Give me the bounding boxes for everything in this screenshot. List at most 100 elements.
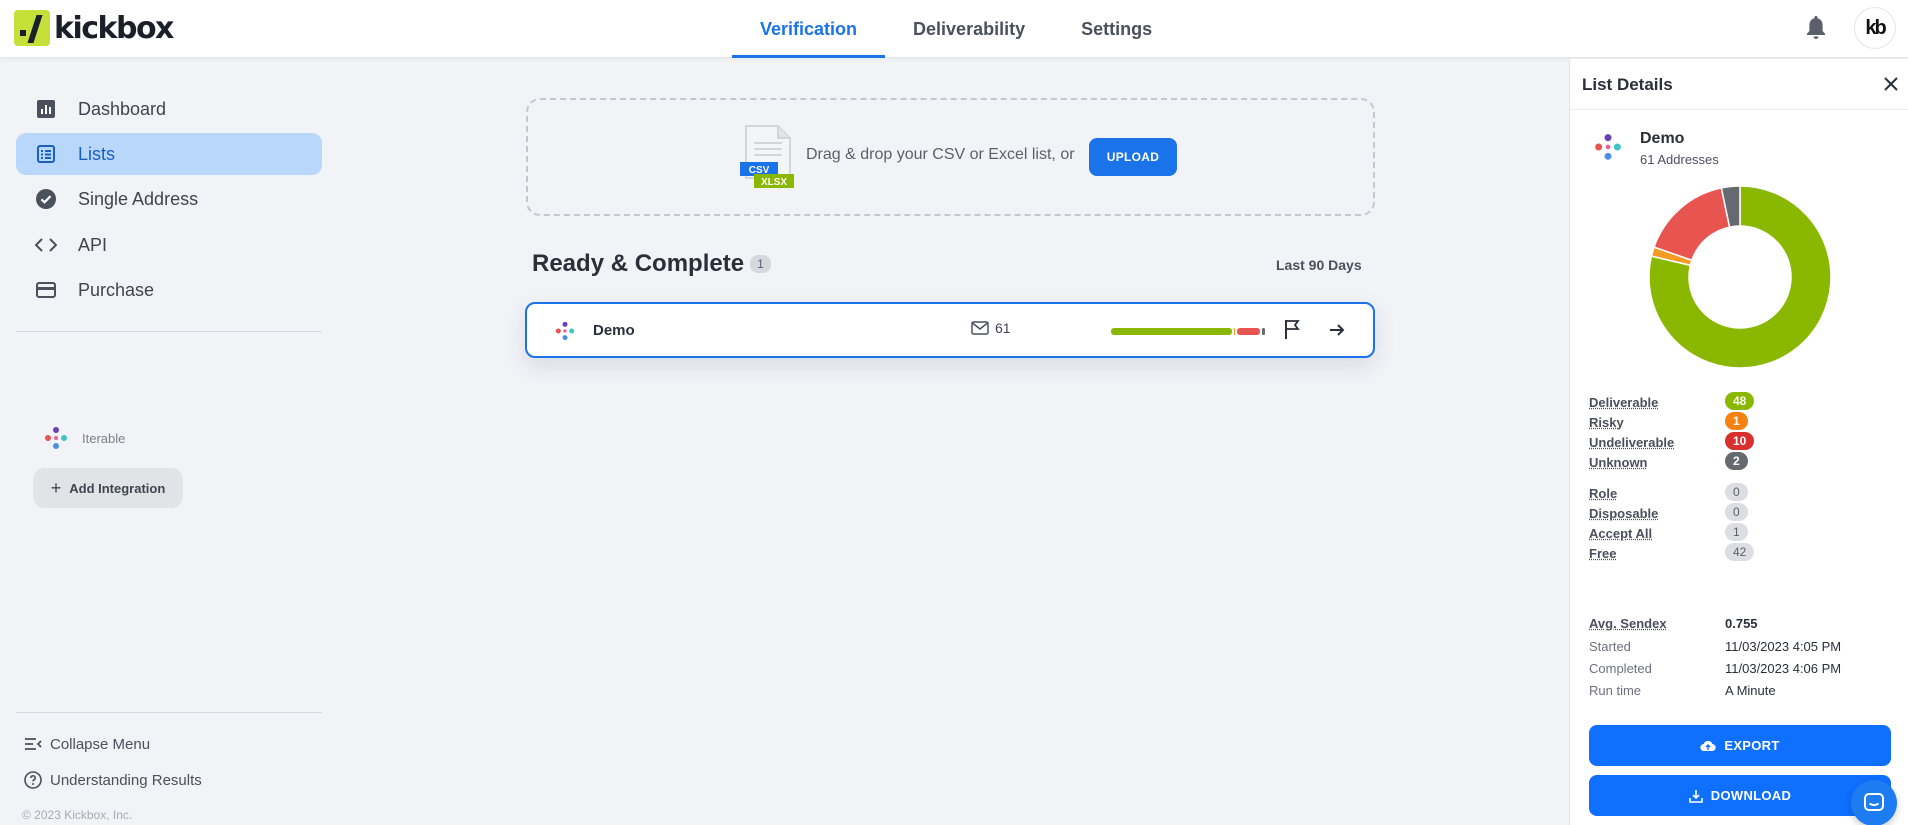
panel-divider — [1570, 109, 1908, 110]
stat-label[interactable]: Undeliverable — [1589, 435, 1674, 450]
list-row-demo[interactable]: Demo 61 — [525, 302, 1375, 358]
code-icon — [34, 233, 58, 257]
sidebar-item-label: Dashboard — [78, 99, 166, 120]
list-details-panel: List Details Demo 61 Addresses Deliverab… — [1569, 59, 1908, 825]
info-started: Started 11/03/2023 4:05 PM — [1589, 639, 1889, 657]
attr-label[interactable]: Disposable — [1589, 506, 1658, 521]
stat-label[interactable]: Risky — [1589, 415, 1624, 430]
sidebar-divider — [16, 331, 322, 332]
xlsx-badge: XLSX — [761, 177, 787, 188]
sidebar-item-api[interactable]: API — [16, 224, 322, 266]
stat-undeliverable: Undeliverable 10 — [1589, 432, 1889, 452]
understanding-results-link[interactable]: Understanding Results — [24, 771, 202, 789]
list-name: Demo — [593, 322, 635, 339]
info-run-time: Run time A Minute — [1589, 683, 1889, 701]
sidebar-item-label: Purchase — [78, 280, 154, 301]
info-value: 11/03/2023 4:05 PM — [1725, 639, 1841, 654]
sidebar-item-single-address[interactable]: Single Address — [16, 178, 322, 220]
sidebar-item-lists[interactable]: Lists — [16, 133, 322, 175]
attr-badge: 1 — [1725, 523, 1748, 541]
add-integration-label: Add Integration — [69, 481, 165, 496]
info-label: Completed — [1589, 661, 1652, 676]
export-button[interactable]: EXPORT — [1589, 725, 1891, 766]
sidebar-item-purchase[interactable]: Purchase — [16, 269, 322, 311]
attr-badge: 0 — [1725, 503, 1748, 521]
arrow-right-icon[interactable] — [1327, 320, 1347, 340]
sidebar-divider — [16, 712, 322, 713]
detail-address-count: 61 Addresses — [1640, 152, 1719, 167]
stat-deliverable: Deliverable 48 — [1589, 392, 1889, 412]
stat-badge: 1 — [1725, 412, 1748, 430]
integration-iterable[interactable]: Iterable — [44, 426, 125, 450]
bell-icon[interactable] — [1804, 14, 1828, 42]
donut-slice-undeliverable[interactable] — [1654, 188, 1730, 260]
attr-label[interactable]: Role — [1589, 486, 1617, 501]
close-icon[interactable] — [1881, 74, 1901, 94]
kickbox-logo[interactable]: kickbox — [14, 8, 173, 48]
chat-launcher[interactable] — [1851, 780, 1897, 825]
iterable-logo-icon — [1594, 133, 1622, 161]
collapse-menu-button[interactable]: Collapse Menu — [24, 735, 150, 753]
panel-title: List Details — [1582, 75, 1673, 95]
sidebar-item-label: Lists — [78, 144, 115, 165]
attr-accept-all: Accept All 1 — [1589, 523, 1889, 543]
download-button[interactable]: DOWNLOAD — [1589, 775, 1891, 816]
bar-segment-unknown — [1262, 328, 1265, 335]
understanding-results-label: Understanding Results — [50, 772, 202, 789]
stat-label[interactable]: Deliverable — [1589, 395, 1658, 410]
cloud-upload-icon — [1700, 739, 1716, 753]
stat-label[interactable]: Unknown — [1589, 455, 1648, 470]
bar-chart-icon — [34, 97, 58, 121]
tab-deliverability[interactable]: Deliverability — [885, 0, 1053, 58]
upload-dropzone[interactable]: CSV XLSX Drag & drop your CSV or Excel l… — [526, 98, 1375, 216]
copyright: © 2023 Kickbox, Inc. — [22, 808, 132, 822]
download-icon — [1689, 789, 1703, 803]
sidebar-item-label: Single Address — [78, 189, 198, 210]
check-circle-icon — [34, 187, 58, 211]
user-avatar[interactable]: kb — [1854, 7, 1896, 49]
main-nav: Verification Deliverability Settings — [732, 0, 1180, 58]
info-label[interactable]: Avg. Sendex — [1589, 616, 1667, 631]
sidebar-item-dashboard[interactable]: Dashboard — [16, 88, 322, 130]
attr-disposable: Disposable 0 — [1589, 503, 1889, 523]
logo-text: kickbox — [54, 11, 173, 46]
collapse-menu-icon — [24, 735, 42, 753]
help-circle-icon — [24, 771, 42, 789]
logo-mark-icon — [14, 10, 50, 46]
stat-badge: 48 — [1725, 392, 1754, 410]
email-count-value: 61 — [995, 320, 1011, 336]
info-completed: Completed 11/03/2023 4:06 PM — [1589, 661, 1889, 679]
iterable-logo-icon — [44, 426, 68, 450]
attr-badge: 42 — [1725, 543, 1754, 561]
period-label: Last 90 Days — [1276, 257, 1362, 273]
info-avg-sendex: Avg. Sendex 0.755 — [1589, 616, 1889, 634]
list-count-badge: 1 — [750, 255, 771, 273]
sidebar-item-label: API — [78, 235, 107, 256]
tab-verification[interactable]: Verification — [732, 0, 885, 58]
flag-icon[interactable] — [1282, 318, 1302, 340]
info-value: A Minute — [1725, 683, 1776, 698]
bar-segment-undeliverable — [1237, 328, 1261, 335]
section-title-text: Ready & Complete — [532, 250, 744, 278]
credit-card-icon — [34, 278, 58, 302]
attr-label[interactable]: Free — [1589, 546, 1616, 561]
mail-icon — [971, 321, 989, 335]
upload-button[interactable]: UPLOAD — [1089, 138, 1177, 176]
plus-icon: + — [51, 478, 62, 499]
dropzone-text: Drag & drop your CSV or Excel list, or — [806, 146, 1075, 164]
tab-settings[interactable]: Settings — [1053, 0, 1180, 58]
download-label: DOWNLOAD — [1711, 788, 1791, 803]
attr-label[interactable]: Accept All — [1589, 526, 1652, 541]
sidebar: Dashboard Lists Single Address API Purch… — [0, 59, 340, 825]
spreadsheet-file-icon: CSV XLSX — [740, 124, 796, 188]
info-label: Started — [1589, 639, 1631, 654]
export-label: EXPORT — [1724, 738, 1779, 753]
bar-segment-risky — [1234, 328, 1235, 335]
bar-segment-deliverable — [1111, 328, 1232, 335]
stat-unknown: Unknown 2 — [1589, 452, 1889, 472]
add-integration-button[interactable]: + Add Integration — [33, 468, 183, 508]
results-donut-chart — [1649, 186, 1831, 368]
collapse-menu-label: Collapse Menu — [50, 736, 150, 753]
attr-free: Free 42 — [1589, 543, 1889, 563]
stat-badge: 2 — [1725, 452, 1748, 470]
